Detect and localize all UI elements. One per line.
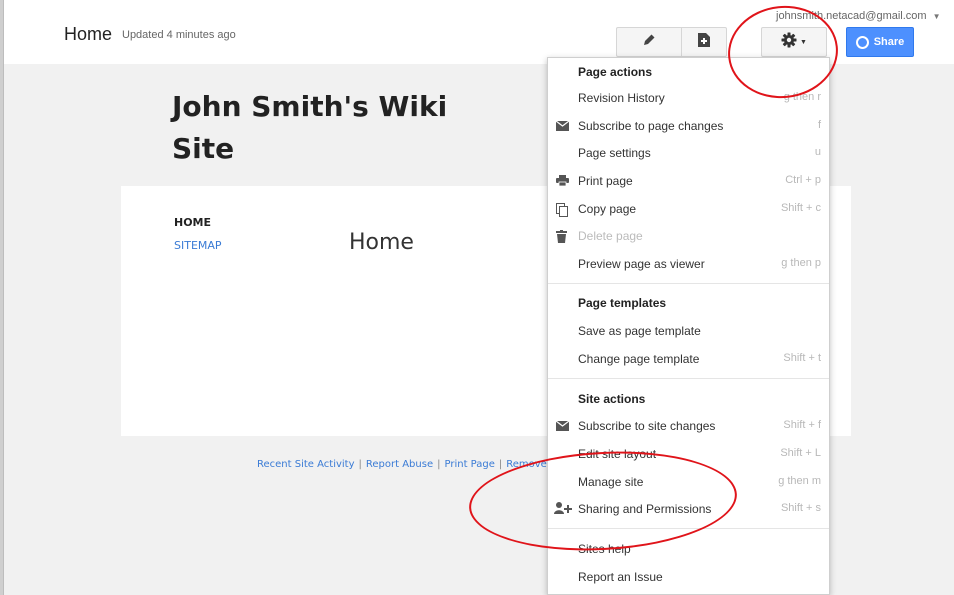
share-label: Share bbox=[873, 36, 905, 48]
menu-item-preview-as-viewer[interactable]: Preview page as viewer g then p bbox=[548, 252, 829, 276]
nav-item-sitemap[interactable]: SITEMAP bbox=[174, 239, 222, 252]
menu-item-subscribe-site[interactable]: Subscribe to site changes Shift + f bbox=[548, 414, 829, 438]
nav-item-home[interactable]: HOME bbox=[174, 216, 211, 229]
menu-item-print-page[interactable]: Print page Ctrl + p bbox=[548, 169, 829, 193]
new-page-icon bbox=[698, 32, 710, 52]
new-page-button[interactable] bbox=[681, 27, 727, 57]
envelope-icon bbox=[555, 420, 570, 434]
site-title: John Smith's Wiki Site bbox=[172, 90, 448, 165]
menu-item-page-settings[interactable]: Page settings u bbox=[548, 141, 829, 165]
menu-item-save-template[interactable]: Save as page template bbox=[548, 319, 829, 343]
menu-divider bbox=[548, 378, 829, 379]
menu-item-subscribe-page[interactable]: Subscribe to page changes f bbox=[548, 114, 829, 138]
footer-link-report-abuse[interactable]: Report Abuse bbox=[366, 459, 433, 470]
trash-icon bbox=[556, 230, 567, 246]
footer-link-recent-activity[interactable]: Recent Site Activity bbox=[257, 459, 355, 470]
menu-item-copy-page[interactable]: Copy page Shift + c bbox=[548, 197, 829, 221]
copy-icon bbox=[556, 203, 568, 220]
footer-link-print-page[interactable]: Print Page bbox=[444, 459, 494, 470]
menu-divider bbox=[548, 283, 829, 284]
updated-timestamp: Updated 4 minutes ago bbox=[122, 29, 236, 41]
footer-links: Recent Site Activity | Report Abuse | Print … bbox=[257, 459, 547, 470]
envelope-icon bbox=[555, 120, 570, 134]
edit-page-button[interactable] bbox=[616, 27, 682, 57]
page-heading: Home bbox=[349, 230, 414, 255]
chevron-down-icon: ▼ bbox=[932, 12, 941, 21]
section-title-page-actions: Page actions bbox=[578, 65, 653, 79]
pencil-icon bbox=[642, 33, 656, 52]
menu-item-delete-page: Delete page bbox=[548, 224, 829, 248]
left-border bbox=[0, 0, 4, 595]
page-name: Home bbox=[64, 24, 113, 44]
share-icon bbox=[855, 35, 869, 49]
section-title-page-templates: Page templates bbox=[578, 296, 667, 310]
printer-icon bbox=[556, 175, 569, 189]
menu-item-change-template[interactable]: Change page template Shift + t bbox=[548, 347, 829, 371]
section-title-site-actions: Site actions bbox=[578, 392, 646, 406]
menu-item-report-issue[interactable]: Report an Issue bbox=[548, 565, 829, 589]
share-button[interactable]: Share bbox=[846, 27, 914, 57]
